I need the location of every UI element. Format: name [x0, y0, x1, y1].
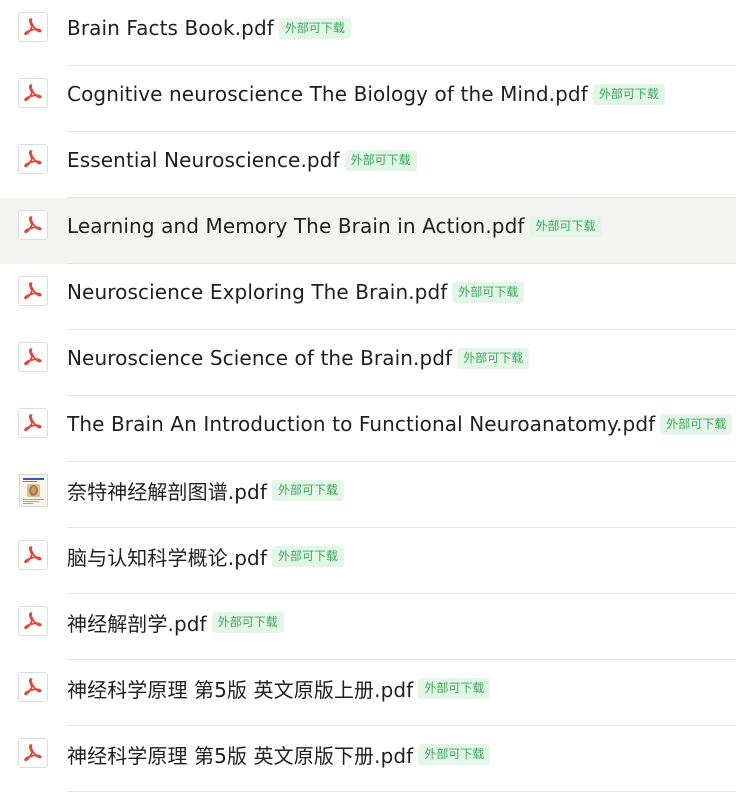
- pdf-icon: [18, 12, 48, 42]
- file-name-wrap: Learning and Memory The Brain in Action.…: [67, 212, 602, 240]
- file-name[interactable]: 神经科学原理 第5版 英文原版下册.pdf: [67, 740, 413, 769]
- file-row-12[interactable]: 神经科学原理 第5版 英文原版下册.pdf 外部可下载: [0, 726, 736, 792]
- file-name-wrap: 神经科学原理 第5版 英文原版下册.pdf 外部可下载: [67, 740, 491, 769]
- file-row-8[interactable]: 奈特神经解剖图谱.pdf 外部可下载: [0, 462, 736, 528]
- pdf-icon: [18, 342, 48, 372]
- file-name[interactable]: The Brain An Introduction to Functional …: [67, 412, 655, 436]
- external-download-badge: 外部可下载: [272, 545, 345, 567]
- file-row-11[interactable]: 神经科学原理 第5版 英文原版上册.pdf 外部可下载: [0, 660, 736, 726]
- external-download-badge: 外部可下载: [660, 413, 733, 435]
- file-list: Brain Facts Book.pdf 外部可下载 Cognitive neu…: [0, 0, 736, 792]
- file-name-wrap: Brain Facts Book.pdf 外部可下载: [67, 14, 351, 42]
- file-row-2[interactable]: Cognitive neuroscience The Biology of th…: [0, 66, 736, 132]
- file-row-7[interactable]: The Brain An Introduction to Functional …: [0, 396, 736, 462]
- external-download-badge: 外部可下载: [418, 743, 491, 765]
- file-name-wrap: The Brain An Introduction to Functional …: [67, 410, 733, 438]
- file-name-wrap: 奈特神经解剖图谱.pdf 外部可下载: [67, 476, 345, 505]
- external-download-badge: 外部可下载: [457, 347, 530, 369]
- external-download-badge: 外部可下载: [278, 17, 351, 39]
- row-divider: [67, 791, 736, 792]
- external-download-badge: 外部可下载: [529, 215, 602, 237]
- file-name-wrap: Cognitive neuroscience The Biology of th…: [67, 80, 665, 108]
- book-cover-thumbnail-icon: [19, 474, 48, 507]
- file-name[interactable]: Cognitive neuroscience The Biology of th…: [67, 82, 588, 106]
- file-name[interactable]: Learning and Memory The Brain in Action.…: [67, 214, 525, 238]
- file-name-wrap: Neuroscience Exploring The Brain.pdf 外部可…: [67, 278, 525, 306]
- file-name[interactable]: 脑与认知科学概论.pdf: [67, 542, 267, 571]
- pdf-icon: [18, 540, 48, 570]
- file-name-wrap: Essential Neuroscience.pdf 外部可下载: [67, 146, 417, 174]
- external-download-badge: 外部可下载: [344, 149, 417, 171]
- file-name[interactable]: 神经解剖学.pdf: [67, 608, 207, 637]
- file-name[interactable]: Essential Neuroscience.pdf: [67, 148, 340, 172]
- pdf-icon: [18, 210, 48, 240]
- file-name[interactable]: Brain Facts Book.pdf: [67, 16, 274, 40]
- file-row-1[interactable]: Brain Facts Book.pdf 外部可下载: [0, 0, 736, 66]
- file-name[interactable]: 神经科学原理 第5版 英文原版上册.pdf: [67, 674, 413, 703]
- external-download-badge: 外部可下载: [272, 479, 345, 501]
- external-download-badge: 外部可下载: [418, 677, 491, 699]
- pdf-icon: [18, 408, 48, 438]
- external-download-badge: 外部可下载: [592, 83, 665, 105]
- external-download-badge: 外部可下载: [452, 281, 525, 303]
- file-name[interactable]: Neuroscience Exploring The Brain.pdf: [67, 280, 447, 304]
- file-row-3[interactable]: Essential Neuroscience.pdf 外部可下载: [0, 132, 736, 198]
- file-name-wrap: 神经解剖学.pdf 外部可下载: [67, 608, 284, 636]
- pdf-icon: [18, 672, 48, 702]
- file-name-wrap: 神经科学原理 第5版 英文原版上册.pdf 外部可下载: [67, 674, 491, 703]
- file-name-wrap: 脑与认知科学概论.pdf 外部可下载: [67, 542, 345, 571]
- pdf-icon: [18, 738, 48, 768]
- file-name[interactable]: Neuroscience Science of the Brain.pdf: [67, 346, 452, 370]
- pdf-icon: [18, 144, 48, 174]
- pdf-icon: [18, 606, 48, 636]
- file-row-9[interactable]: 脑与认知科学概论.pdf 外部可下载: [0, 528, 736, 594]
- file-row-10[interactable]: 神经解剖学.pdf 外部可下载: [0, 594, 736, 660]
- file-row-5[interactable]: Neuroscience Exploring The Brain.pdf 外部可…: [0, 264, 736, 330]
- file-row-4[interactable]: Learning and Memory The Brain in Action.…: [0, 198, 736, 264]
- external-download-badge: 外部可下载: [211, 611, 284, 633]
- file-name-wrap: Neuroscience Science of the Brain.pdf 外部…: [67, 344, 530, 372]
- pdf-icon: [18, 78, 48, 108]
- file-name[interactable]: 奈特神经解剖图谱.pdf: [67, 476, 267, 505]
- file-row-6[interactable]: Neuroscience Science of the Brain.pdf 外部…: [0, 330, 736, 396]
- pdf-icon: [18, 276, 48, 306]
